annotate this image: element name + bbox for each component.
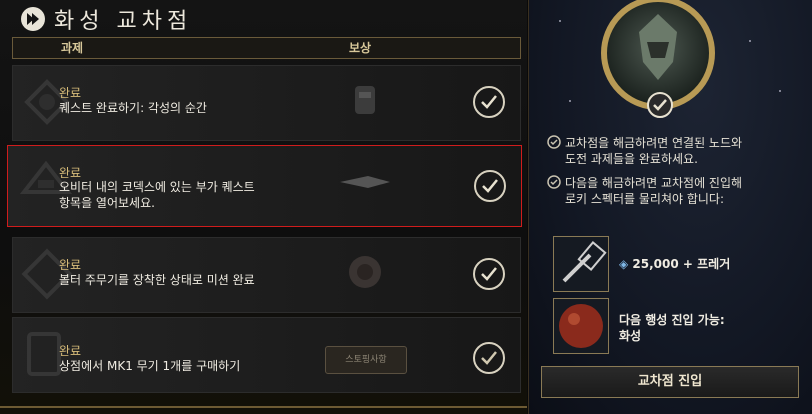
armor-icon <box>355 86 375 114</box>
check-circle-icon <box>547 175 561 189</box>
specter-portrait-icon <box>639 14 677 80</box>
bottom-divider <box>0 406 527 408</box>
complete-check-icon <box>473 342 505 374</box>
mars-planet-icon <box>559 304 603 348</box>
task-row[interactable]: 완료 볼터 주무기를 장착한 상태로 미션 완료 <box>12 237 521 313</box>
task-status: 완료 <box>59 258 82 272</box>
complete-check-icon <box>473 86 505 118</box>
credits-icon: ◈ <box>619 257 629 271</box>
ship-icon <box>340 176 390 188</box>
planet-unlock-line-1: 다음 행성 진입 가능: <box>619 313 725 327</box>
planet-reward-box <box>553 298 609 354</box>
task-status: 완료 <box>59 86 82 100</box>
task-description: 상점에서 MK1 무기 1개를 구매하기 <box>59 359 241 373</box>
task-row[interactable]: 완료 퀘스트 완료하기: 각성의 순간 <box>12 65 521 141</box>
blueprint-icon <box>562 241 607 283</box>
title-bar: 화성 교차점 <box>20 4 192 34</box>
portrait-check-icon <box>647 92 673 118</box>
enter-junction-button[interactable]: 교차점 진입 <box>541 366 799 398</box>
page-title: 화성 교차점 <box>54 9 193 34</box>
task-panel: 화성 교차점 과제 보상 완료 퀘스트 완료하기: 각성의 순간 완료 오비터 … <box>0 0 527 414</box>
helmet-icon <box>349 256 381 288</box>
task-row[interactable]: 완료 상점에서 MK1 무기 1개를 구매하기 스토핑사항 <box>12 317 521 393</box>
star <box>569 100 571 102</box>
requirement-info-line-1: 다음을 해금하려면 교차점에 진입해 <box>565 176 743 190</box>
unlock-info: 교차점을 해금하려면 연결된 노드와 도전 과제들을 완료하세요. <box>547 135 807 169</box>
junction-info-panel: 교차점을 해금하려면 연결된 노드와 도전 과제들을 완료하세요. 다음을 해금… <box>528 0 812 414</box>
unlock-info-line-1: 교차점을 해금하려면 연결된 노드와 <box>565 136 743 150</box>
task-status: 완료 <box>59 344 82 358</box>
requirement-info: 다음을 해금하려면 교차점에 진입해 로키 스펙터를 물리쳐야 합니다: <box>547 175 807 209</box>
reward-column-label: 보상 <box>349 41 372 55</box>
store-reward-badge: 스토핑사항 <box>325 346 407 374</box>
planet-unlock-line-2: 화성 <box>619 329 642 343</box>
junction-icon <box>21 7 45 31</box>
task-description: 오비터 내의 코덱스에 있는 부가 퀘스트 <box>59 180 255 194</box>
task-column-label: 과제 <box>61 41 84 55</box>
credits-reward-label: 25,000 + 프레거 <box>632 257 731 271</box>
task-description-line-2: 항목을 열어보세요. <box>59 196 155 210</box>
column-header: 과제 보상 <box>12 37 521 59</box>
task-row-selected[interactable]: 완료 오비터 내의 코덱스에 있는 부가 퀘스트 항목을 열어보세요. <box>7 145 522 227</box>
blueprint-reward-box <box>553 236 609 292</box>
task-description: 퀘스트 완료하기: 각성의 순간 <box>59 101 207 115</box>
check-circle-icon <box>547 135 561 149</box>
star <box>559 20 561 22</box>
unlock-info-line-2: 도전 과제들을 완료하세요. <box>565 152 698 166</box>
task-description: 볼터 주무기를 장착한 상태로 미션 완료 <box>59 273 255 287</box>
complete-check-icon <box>474 170 506 202</box>
star <box>779 90 781 92</box>
complete-check-icon <box>473 258 505 290</box>
star <box>749 40 751 42</box>
requirement-info-line-2: 로키 스펙터를 물리쳐야 합니다: <box>565 192 725 206</box>
credits-reward: ◈ 25,000 + 프레거 <box>619 256 730 272</box>
